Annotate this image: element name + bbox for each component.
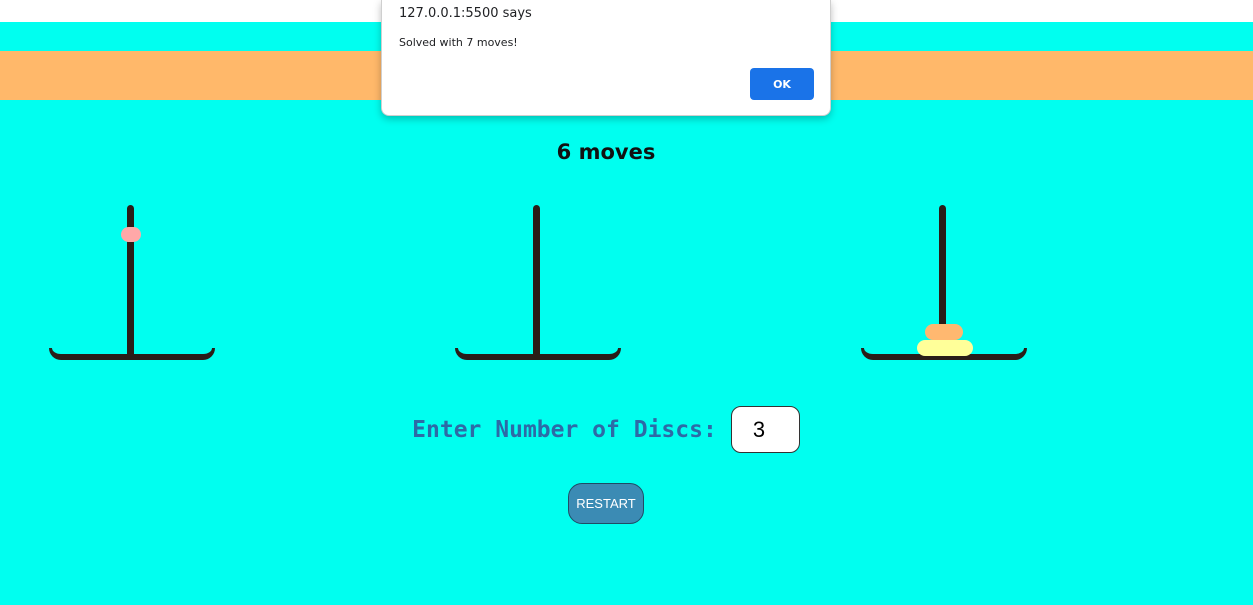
disc-medium[interactable] xyxy=(925,324,963,340)
tower-left-base xyxy=(49,348,215,360)
tower-middle-rod xyxy=(533,205,540,357)
disc-count-input[interactable] xyxy=(730,406,800,453)
disc-count-label: Enter Number of Discs: xyxy=(412,416,717,443)
tower-right[interactable] xyxy=(861,205,1027,365)
tower-middle-base xyxy=(455,348,621,360)
disc-count-controls: Enter Number of Discs: xyxy=(0,406,1212,453)
alert-message: Solved with 7 moves! xyxy=(399,36,518,49)
tower-middle[interactable] xyxy=(455,205,621,365)
alert-dialog: 127.0.0.1:5500 says Solved with 7 moves!… xyxy=(381,0,831,116)
alert-origin: 127.0.0.1:5500 says xyxy=(399,6,532,21)
disc-small[interactable] xyxy=(121,227,141,242)
alert-ok-button[interactable]: OK xyxy=(750,68,814,100)
move-counter: 6 moves xyxy=(556,140,656,164)
disc-large[interactable] xyxy=(917,340,973,356)
restart-button[interactable]: RESTART xyxy=(568,483,644,524)
tower-left[interactable] xyxy=(49,205,215,365)
